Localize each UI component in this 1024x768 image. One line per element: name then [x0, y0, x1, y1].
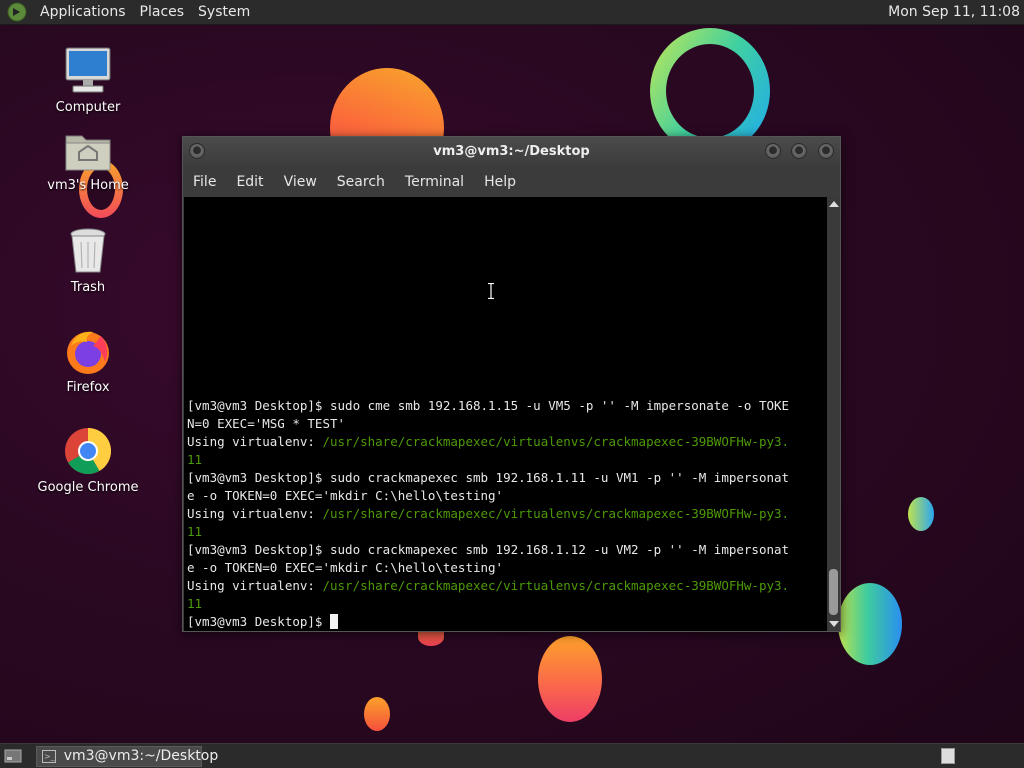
- virtualenv-path: /usr/share/crackmapexec/virtualenvs/crac…: [322, 506, 790, 521]
- terminal-menubar: File Edit View Search Terminal Help: [183, 167, 840, 197]
- virtualenv-label: Using virtualenv:: [187, 578, 323, 593]
- home-folder-icon: [65, 135, 111, 171]
- terminal-window: vm3@vm3:~/Desktop File Edit View Search …: [182, 136, 841, 632]
- scroll-up-arrow-icon[interactable]: [829, 201, 839, 207]
- terminal-line: e -o TOKEN=0 EXEC='mkdir C:\hello\testin…: [187, 488, 504, 503]
- trash-icon: [70, 228, 106, 273]
- firefox-icon: [67, 331, 109, 374]
- terminal-prompt-line: [vm3@vm3 Desktop]$: [187, 613, 827, 631]
- scrollbar-thumb[interactable]: [829, 569, 838, 615]
- virtualenv-path: /usr/share/crackmapexec/virtualenvs/crac…: [322, 578, 790, 593]
- taskbar-button-label: vm3@vm3:~/Desktop: [63, 748, 219, 764]
- applications-menu[interactable]: Applications: [33, 0, 133, 25]
- desktop-icon-computer[interactable]: Computer: [33, 46, 143, 115]
- workspace-switcher[interactable]: [941, 748, 955, 764]
- taskbar-terminal-button[interactable]: >_ vm3@vm3:~/Desktop: [36, 745, 218, 767]
- desktop-icon-label: Google Chrome: [37, 480, 139, 495]
- wallpaper-orange-blob: [538, 636, 602, 722]
- menu-file[interactable]: File: [183, 174, 226, 190]
- terminal-icon: >_: [42, 749, 56, 763]
- desktop-icon-chrome[interactable]: Google Chrome: [33, 426, 143, 495]
- mate-logo-icon[interactable]: [7, 2, 27, 22]
- terminal-output[interactable]: [vm3@vm3 Desktop]$ sudo cme smb 192.168.…: [184, 197, 827, 631]
- maximize-button[interactable]: [791, 143, 807, 159]
- wallpaper-small-green-blob: [908, 497, 934, 531]
- bottom-panel: >_ vm3@vm3:~/Desktop: [0, 743, 1024, 768]
- terminal-line: 11: [187, 452, 203, 467]
- virtualenv-label: Using virtualenv:: [187, 506, 323, 521]
- minimize-button[interactable]: [765, 143, 781, 159]
- menu-edit[interactable]: Edit: [226, 174, 273, 190]
- top-panel: Applications Places System Mon Sep 11, 1…: [0, 0, 1024, 25]
- desktop-icon-label: vm3's Home: [47, 178, 129, 193]
- desktop-icon-label: Trash: [70, 280, 106, 295]
- menu-search[interactable]: Search: [327, 174, 395, 190]
- desktop-icon-trash[interactable]: Trash: [33, 226, 143, 295]
- desktop-icon-home[interactable]: vm3's Home: [33, 128, 143, 193]
- terminal-line: N=0 EXEC='MSG * TEST': [187, 416, 346, 431]
- places-menu[interactable]: Places: [133, 0, 192, 25]
- virtualenv-path: /usr/share/crackmapexec/virtualenvs/crac…: [322, 434, 790, 449]
- terminal-lines: [vm3@vm3 Desktop]$ sudo cme smb 192.168.…: [187, 397, 827, 631]
- close-button[interactable]: [818, 143, 834, 159]
- clock[interactable]: Mon Sep 11, 11:08: [888, 0, 1020, 25]
- terminal-line: Using virtualenv: /usr/share/crackmapexe…: [187, 505, 827, 523]
- system-menu[interactable]: System: [191, 0, 257, 25]
- ibeam-cursor-icon: [488, 283, 494, 299]
- desktop-icon-label: Computer: [55, 100, 121, 115]
- terminal-line: 11: [187, 524, 203, 539]
- chrome-icon: [65, 428, 111, 474]
- terminal-line: 11: [187, 596, 203, 611]
- terminal-line: Using virtualenv: /usr/share/crackmapexe…: [187, 577, 827, 595]
- show-desktop-icon[interactable]: [2, 747, 24, 765]
- menu-terminal[interactable]: Terminal: [395, 174, 474, 190]
- terminal-line: Using virtualenv: /usr/share/crackmapexe…: [187, 433, 827, 451]
- desktop-icon-firefox[interactable]: Firefox: [33, 326, 143, 395]
- window-title: vm3@vm3:~/Desktop: [433, 144, 590, 159]
- terminal-line: e -o TOKEN=0 EXEC='mkdir C:\hello\testin…: [187, 560, 504, 575]
- terminal-scrollbar[interactable]: [827, 197, 840, 631]
- desktop-icon-label: Firefox: [66, 380, 110, 395]
- computer-icon: [65, 47, 111, 93]
- virtualenv-label: Using virtualenv:: [187, 434, 323, 449]
- terminal-line: [vm3@vm3 Desktop]$ sudo crackmapexec smb…: [187, 470, 790, 485]
- wallpaper-green-blob: [838, 583, 902, 665]
- text-cursor: [330, 614, 338, 629]
- window-titlebar[interactable]: vm3@vm3:~/Desktop: [183, 137, 840, 167]
- terminal-prompt: [vm3@vm3 Desktop]$: [187, 614, 330, 629]
- wallpaper-small-orange-blob: [364, 697, 390, 731]
- terminal-line: [vm3@vm3 Desktop]$ sudo crackmapexec smb…: [187, 542, 790, 557]
- menu-view[interactable]: View: [274, 174, 327, 190]
- scroll-down-arrow-icon[interactable]: [829, 621, 839, 627]
- menu-help[interactable]: Help: [474, 174, 526, 190]
- terminal-line: [vm3@vm3 Desktop]$ sudo cme smb 192.168.…: [187, 398, 790, 413]
